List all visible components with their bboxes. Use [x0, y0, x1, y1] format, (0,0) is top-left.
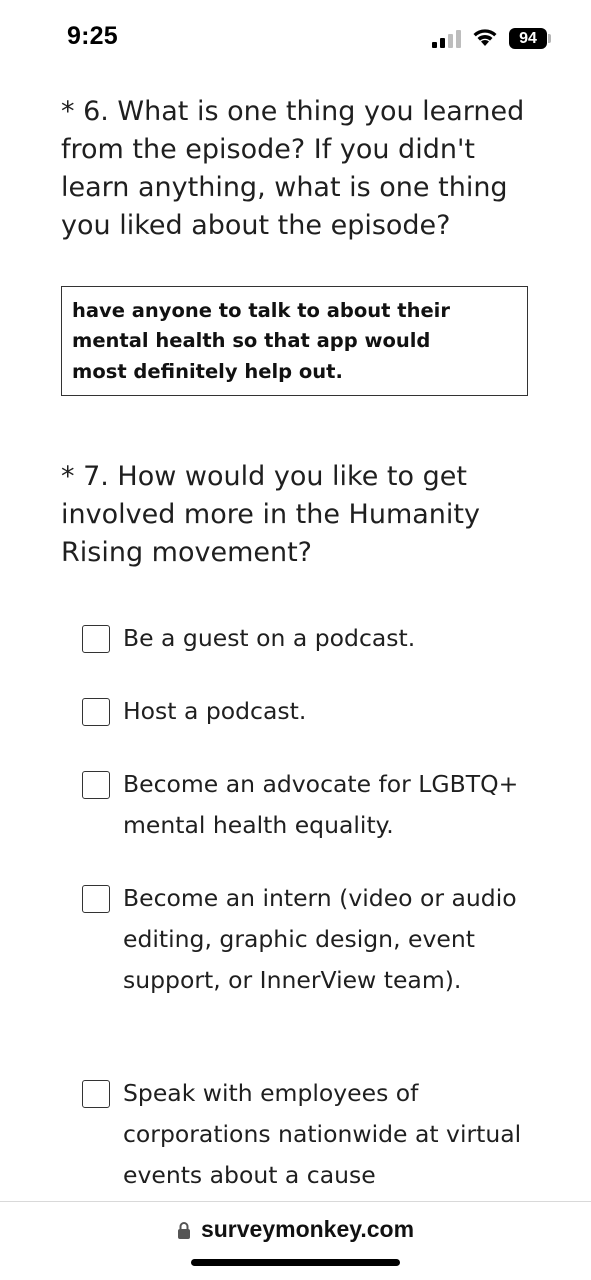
option-label[interactable]: Become an intern (video or audio editing… [123, 878, 523, 1001]
option-host-a-podcast[interactable]: Host a podcast. [82, 695, 532, 732]
checkbox[interactable] [82, 1080, 110, 1108]
option-label[interactable]: Be a guest on a podcast. [123, 618, 523, 659]
status-time: 9:25 [67, 22, 118, 50]
option-label[interactable]: Host a podcast. [123, 691, 523, 732]
option-speak-with-employees[interactable]: Speak with employees of corporations nat… [82, 1077, 532, 1196]
option-be-a-guest[interactable]: Be a guest on a podcast. [82, 622, 532, 659]
option-become-an-intern[interactable]: Become an intern (video or audio editing… [82, 882, 532, 1001]
checkbox[interactable] [82, 698, 110, 726]
battery-cap [548, 34, 551, 43]
wifi-icon [473, 29, 497, 46]
option-label[interactable]: Speak with employees of corporations nat… [123, 1073, 523, 1196]
option-become-an-advocate[interactable]: Become an advocate for LGBTQ+ mental hea… [82, 768, 532, 846]
question-6-answer-textarea[interactable]: mental health. Some teens don't have any… [61, 286, 528, 396]
home-indicator[interactable] [191, 1259, 400, 1266]
battery-icon: 94 [509, 28, 547, 49]
checkbox[interactable] [82, 625, 110, 653]
question-6-answer-text[interactable]: mental health. Some teens don't have any… [72, 287, 472, 387]
signal-icon [432, 30, 461, 48]
question-7-text: * 7. How would you like to get involved … [61, 461, 480, 568]
browser-address-bar[interactable]: surveymonkey.com [0, 1201, 591, 1280]
question-6-text: * 6. What is one thing you learned from … [61, 96, 525, 241]
option-label[interactable]: Become an advocate for LGBTQ+ mental hea… [123, 764, 523, 846]
checkbox[interactable] [82, 885, 110, 913]
status-bar: 9:25 94 [0, 0, 591, 80]
url-display[interactable]: surveymonkey.com [0, 1216, 591, 1243]
lock-icon [177, 1222, 190, 1239]
checkbox[interactable] [82, 771, 110, 799]
url-text[interactable]: surveymonkey.com [201, 1216, 414, 1242]
